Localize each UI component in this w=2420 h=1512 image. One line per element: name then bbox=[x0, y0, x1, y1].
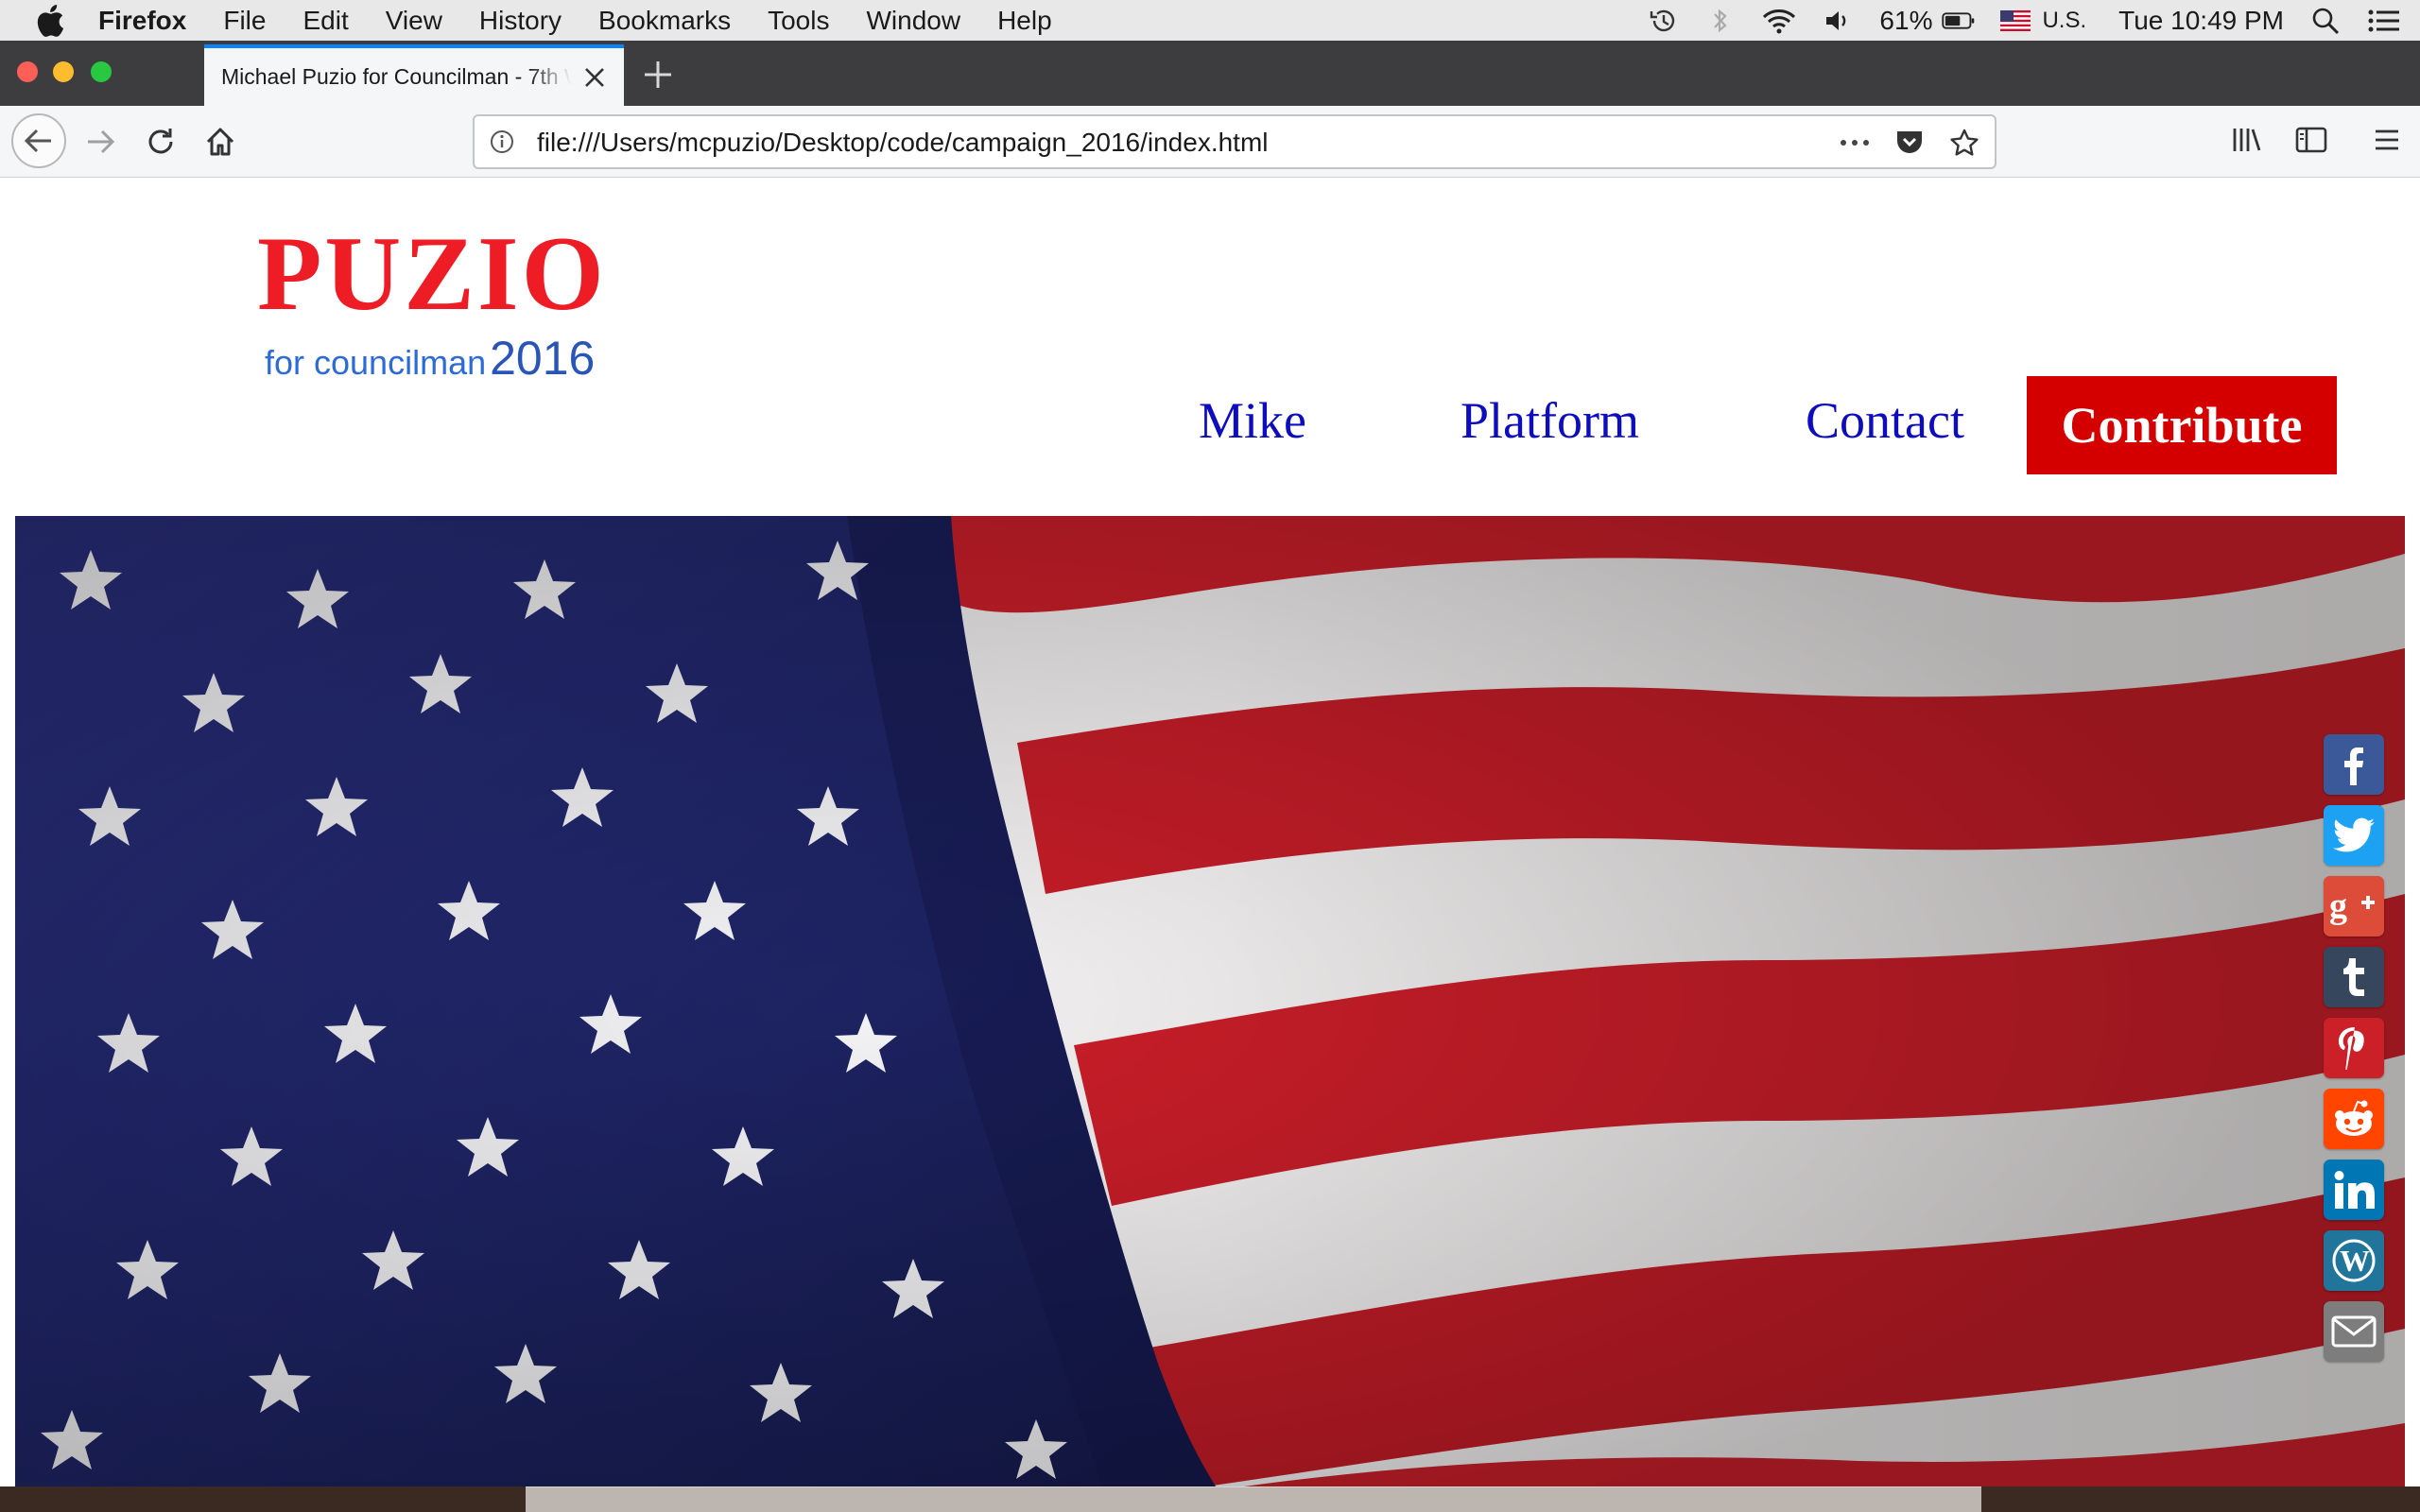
menu-view[interactable]: View bbox=[386, 6, 442, 36]
tab-title: Michael Puzio for Councilman - 7th Ward bbox=[221, 64, 571, 89]
sidebar-toggle-icon[interactable] bbox=[2295, 126, 2327, 159]
twitter-icon bbox=[2333, 817, 2375, 852]
us-flag-icon[interactable] bbox=[2000, 7, 2031, 35]
google-plus-icon: g bbox=[2329, 887, 2375, 925]
facebook-icon bbox=[2344, 747, 2363, 785]
pocket-icon[interactable] bbox=[1893, 126, 1927, 160]
tab-close-icon[interactable] bbox=[582, 65, 607, 90]
tumblr-share-button[interactable] bbox=[2324, 947, 2384, 1007]
back-button[interactable] bbox=[11, 113, 66, 168]
new-tab-icon[interactable] bbox=[643, 60, 673, 90]
contribute-button[interactable]: Contribute bbox=[2027, 376, 2337, 474]
menu-file[interactable]: File bbox=[223, 6, 266, 36]
menu-help[interactable]: Help bbox=[997, 6, 1052, 36]
browser-tab-active[interactable]: Michael Puzio for Councilman - 7th Ward bbox=[204, 44, 624, 106]
window-minimize-button[interactable] bbox=[53, 61, 74, 82]
linkedin-share-button[interactable] bbox=[2324, 1160, 2384, 1220]
notification-center-icon[interactable] bbox=[2367, 7, 2401, 35]
nav-link-platform[interactable]: Platform bbox=[1461, 391, 1639, 450]
spotlight-search-icon[interactable] bbox=[2308, 7, 2342, 35]
campaign-logo[interactable]: PUZIO for councilman2016 bbox=[257, 221, 607, 386]
apple-menu-icon[interactable] bbox=[36, 4, 68, 37]
battery-icon[interactable] bbox=[1942, 7, 1976, 35]
wifi-icon[interactable] bbox=[1762, 7, 1796, 35]
forward-button[interactable] bbox=[74, 115, 127, 168]
facebook-share-button[interactable] bbox=[2324, 734, 2384, 795]
time-machine-icon[interactable] bbox=[1645, 7, 1679, 35]
linkedin-icon bbox=[2334, 1171, 2375, 1209]
logo-name: PUZIO bbox=[257, 215, 607, 333]
url-bar[interactable]: file:///Users/mcpuzio/Desktop/code/campa… bbox=[473, 114, 1996, 169]
site-navigation: Mike Platform Contact Contribute bbox=[0, 376, 2420, 474]
svg-text:g: g bbox=[2329, 887, 2347, 925]
wordpress-icon: W bbox=[2332, 1239, 2376, 1282]
email-icon bbox=[2331, 1315, 2377, 1348]
twitter-share-button[interactable] bbox=[2324, 805, 2384, 866]
nav-link-mike[interactable]: Mike bbox=[1199, 391, 1306, 450]
library-icon[interactable] bbox=[2231, 125, 2263, 160]
email-share-button[interactable] bbox=[2324, 1301, 2384, 1362]
home-button[interactable] bbox=[194, 115, 247, 168]
window-close-button[interactable] bbox=[17, 61, 38, 82]
menu-history[interactable]: History bbox=[479, 6, 562, 36]
page-actions bbox=[1838, 126, 1981, 160]
web-page: PUZIO for councilman2016 Mike Platform C… bbox=[0, 178, 2420, 1486]
toolbar-right-buttons bbox=[2231, 125, 2401, 160]
page-actions-menu-icon[interactable] bbox=[1838, 126, 1872, 160]
macos-dock-peek bbox=[526, 1486, 1981, 1512]
bluetooth-icon[interactable] bbox=[1703, 7, 1737, 35]
menu-edit[interactable]: Edit bbox=[302, 6, 348, 36]
volume-icon[interactable] bbox=[1821, 7, 1855, 35]
menu-bar-clock[interactable]: Tue 10:49 PM bbox=[2118, 6, 2284, 36]
pinterest-icon bbox=[2339, 1027, 2364, 1070]
macos-menu-bar: Firefox File Edit View History Bookmarks… bbox=[0, 0, 2420, 41]
bookmark-star-icon[interactable] bbox=[1947, 126, 1981, 160]
url-text[interactable]: file:///Users/mcpuzio/Desktop/code/campa… bbox=[537, 128, 1269, 158]
menu-app-name[interactable]: Firefox bbox=[98, 6, 186, 36]
menu-window[interactable]: Window bbox=[866, 6, 960, 36]
tumblr-icon bbox=[2343, 958, 2364, 996]
browser-nav-toolbar: file:///Users/mcpuzio/Desktop/code/campa… bbox=[0, 106, 2420, 178]
battery-percentage: 61% bbox=[1879, 5, 1933, 35]
nav-link-contact[interactable]: Contact bbox=[1806, 391, 1964, 450]
reddit-icon bbox=[2335, 1100, 2373, 1136]
google-plus-share-button[interactable]: g bbox=[2324, 876, 2384, 936]
site-info-icon[interactable] bbox=[490, 129, 514, 154]
window-zoom-button[interactable] bbox=[91, 61, 112, 82]
hero-american-flag-image bbox=[15, 516, 2405, 1486]
reload-button[interactable] bbox=[134, 115, 187, 168]
hamburger-menu-icon[interactable] bbox=[2373, 127, 2401, 158]
svg-text:W: W bbox=[2340, 1244, 2370, 1278]
reddit-share-button[interactable] bbox=[2324, 1089, 2384, 1149]
social-share-bar: g W bbox=[2324, 734, 2384, 1372]
pinterest-share-button[interactable] bbox=[2324, 1018, 2384, 1078]
browser-tab-strip: Michael Puzio for Councilman - 7th Ward bbox=[0, 41, 2420, 106]
input-source-label[interactable]: U.S. bbox=[2042, 8, 2086, 34]
menu-bookmarks[interactable]: Bookmarks bbox=[598, 6, 731, 36]
menu-tools[interactable]: Tools bbox=[768, 6, 829, 36]
wordpress-share-button[interactable]: W bbox=[2324, 1230, 2384, 1291]
menu-bar-status-area: 61% U.S. Tue 10:49 PM bbox=[1645, 0, 2401, 41]
